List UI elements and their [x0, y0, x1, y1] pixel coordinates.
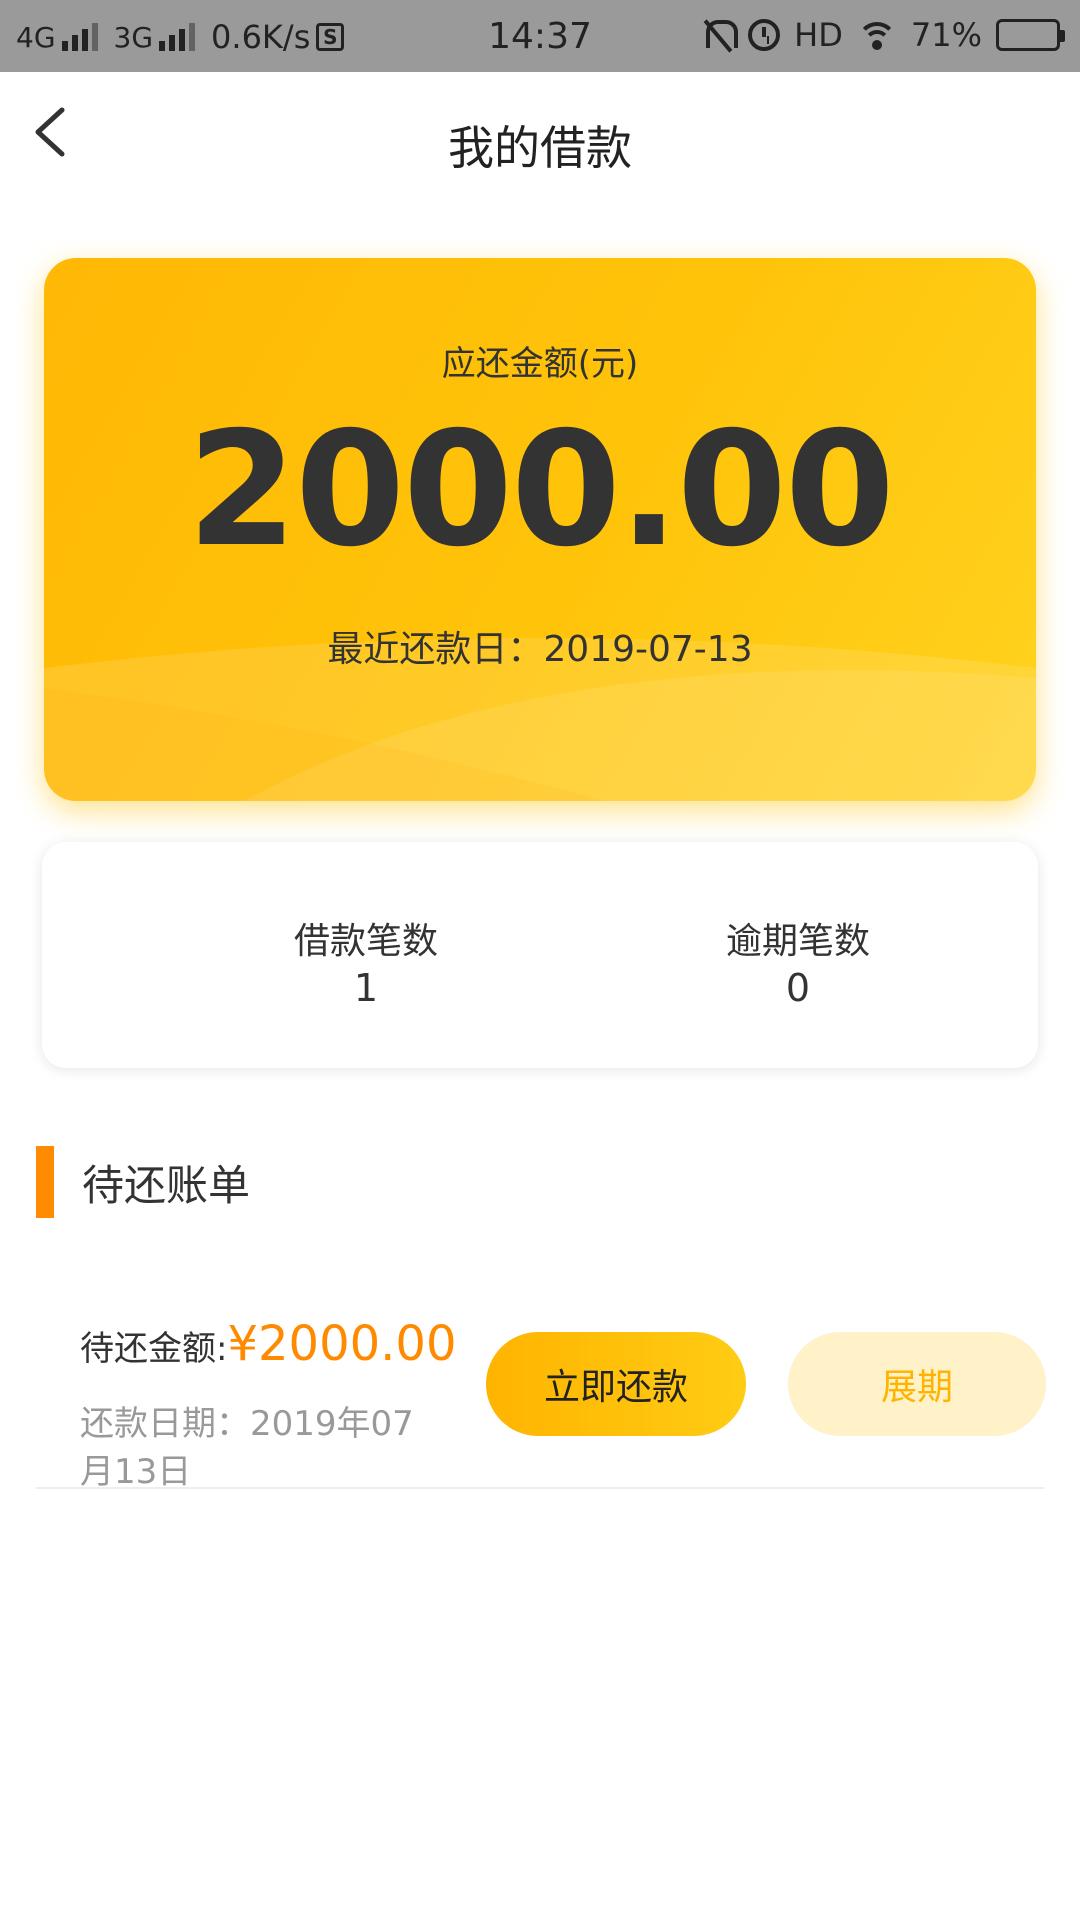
loan-count-label: 借款笔数: [293, 921, 438, 962]
stats-card: 借款笔数 1 逾期笔数 0: [42, 842, 1038, 1068]
battery-icon: [996, 19, 1065, 51]
extend-button[interactable]: 展期: [788, 1332, 1046, 1436]
bill-amount-value: ¥2000.00: [227, 1316, 457, 1372]
recent-due-date: 最近还款日：2019-07-13: [44, 620, 1036, 672]
overdue-count-value: 0: [785, 966, 811, 1010]
section-title: 待还账单: [82, 1161, 251, 1210]
bill-due-date: 还款日期：2019年07月13日: [80, 1404, 414, 1492]
due-date-label: 最近还款日：: [327, 629, 544, 670]
bell-off-icon: [702, 18, 739, 52]
alarm-icon: [748, 19, 781, 51]
hd-label: HD: [794, 16, 843, 54]
divider: [36, 1487, 1044, 1489]
wifi-icon: [856, 20, 897, 50]
amount-label: 应还金额(元): [441, 344, 639, 384]
status-bar: 4G 3G 0.6K/s S 14:37 HD 71%: [0, 0, 1080, 72]
battery-percent: 71%: [910, 16, 982, 54]
status-right: HD 71%: [702, 16, 1065, 54]
loan-count-value: 1: [353, 966, 379, 1010]
loan-count-stat[interactable]: 借款笔数 1: [216, 912, 516, 1010]
bill-amount: 待还金额:¥2000.00: [80, 1316, 457, 1372]
overdue-count-stat[interactable]: 逾期笔数 0: [648, 912, 948, 1010]
amount-card: 应还金额(元) 2000.00 最近还款日：2019-07-13: [44, 258, 1036, 801]
section-accent-bar: [36, 1146, 54, 1218]
amount-value: 2000.00: [187, 398, 895, 582]
page-title: 我的借款: [448, 121, 632, 175]
pay-now-button[interactable]: 立即还款: [486, 1332, 746, 1436]
bill-amount-label: 待还金额:: [80, 1329, 228, 1369]
due-date-value: 2019-07-13: [543, 629, 753, 670]
nav-header: 我的借款: [0, 72, 1080, 212]
overdue-count-label: 逾期笔数: [725, 921, 870, 962]
